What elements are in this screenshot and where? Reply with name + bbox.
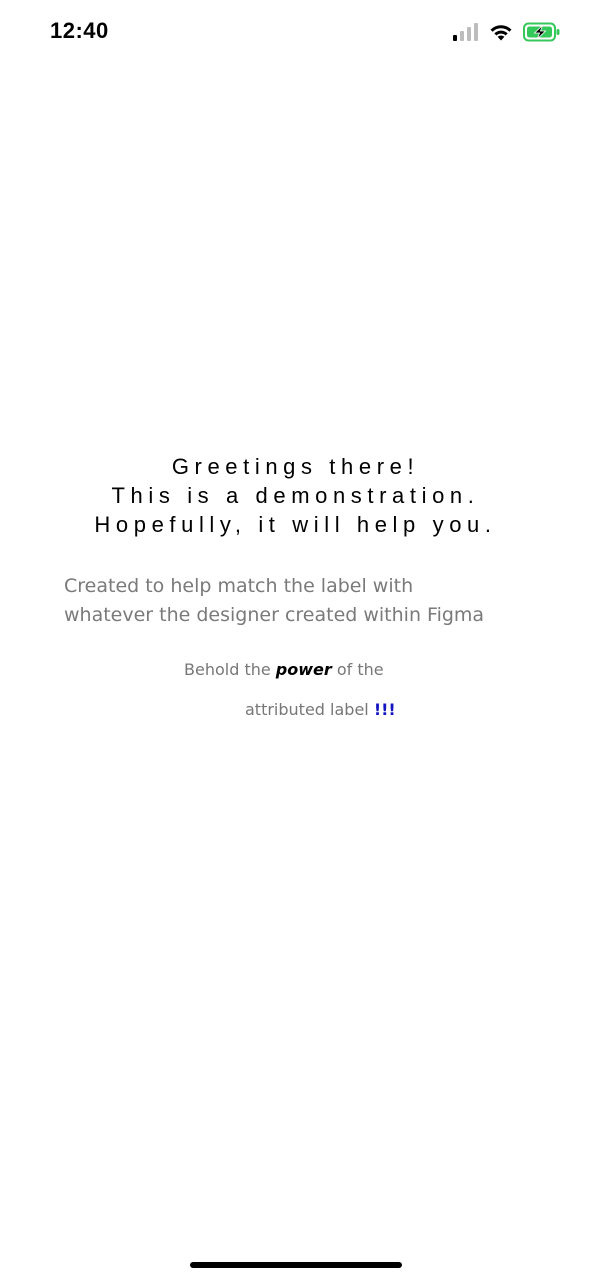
status-icons <box>453 20 561 44</box>
greeting-line: Hopefully, it will help you. <box>94 512 497 537</box>
home-indicator[interactable] <box>190 1262 402 1268</box>
subtitle-line: Created to help match the label with <box>64 575 414 597</box>
attributed-middle: of the <box>336 660 384 679</box>
attributed-label-line-2: attributed label !!! <box>245 697 396 723</box>
subtitle: Created to help match the label with wha… <box>64 572 544 630</box>
attributed-suffix: attributed label <box>245 700 369 719</box>
status-time: 12:40 <box>50 18 109 43</box>
greeting-line: Greetings there! <box>171 454 420 479</box>
attributed-exclamation: !!! <box>373 700 396 719</box>
cellular-signal-icon <box>453 23 479 41</box>
battery-charging-icon <box>523 22 561 42</box>
subtitle-line: whatever the designer created within Fig… <box>64 604 485 626</box>
wifi-icon <box>489 23 513 41</box>
greeting-line: This is a demonstration. <box>111 483 480 508</box>
status-bar: 12:40 <box>0 0 591 64</box>
attributed-emphasis: power <box>275 660 332 679</box>
greeting-block: Greetings there! This is a demonstration… <box>0 452 591 539</box>
attributed-label-line-1: Behold the power of the <box>184 657 384 683</box>
attributed-prefix: Behold the <box>184 660 271 679</box>
